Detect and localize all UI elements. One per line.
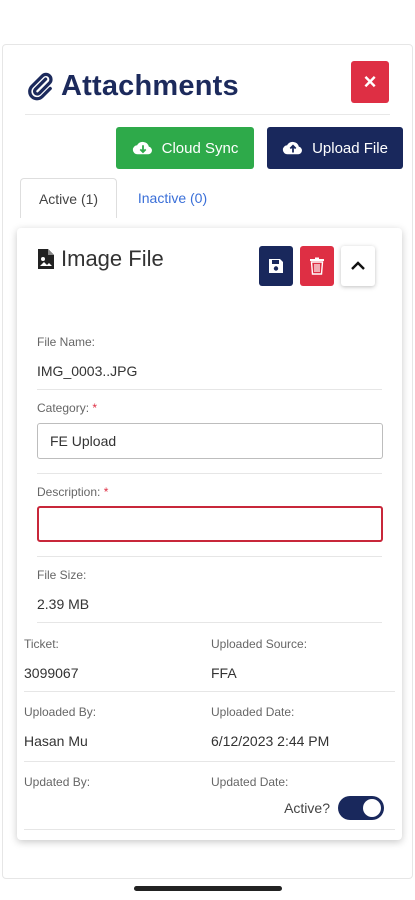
- tab-inactive[interactable]: Inactive (0): [120, 178, 225, 218]
- divider: [37, 622, 382, 623]
- description-label-text: Description:: [37, 485, 101, 499]
- file-name-label: File Name:: [37, 335, 96, 349]
- required-marker: *: [92, 401, 98, 415]
- divider: [37, 473, 382, 474]
- close-icon: ×: [363, 69, 377, 94]
- file-name-value: IMG_0003..JPG: [37, 363, 138, 379]
- divider: [24, 829, 395, 830]
- tab-active[interactable]: Active (1): [20, 178, 117, 218]
- cloud-sync-label: Cloud Sync: [161, 139, 239, 157]
- save-button[interactable]: [259, 246, 293, 286]
- updated-date-label: Updated Date:: [211, 775, 289, 789]
- required-marker: *: [103, 485, 109, 499]
- status-tabs: Active (1) Inactive (0): [20, 178, 412, 218]
- divider: [37, 389, 382, 390]
- uploaded-by-value: Hasan Mu: [24, 733, 88, 749]
- collapse-button[interactable]: [341, 246, 375, 286]
- ticket-label: Ticket:: [24, 637, 59, 651]
- cloud-sync-button[interactable]: Cloud Sync: [116, 127, 254, 169]
- updated-by-label: Updated By:: [24, 775, 91, 789]
- active-label: Active?: [284, 800, 330, 816]
- trash-icon: [310, 257, 324, 275]
- panel-header: Attachments ×: [25, 61, 390, 111]
- attachment-title-text: Image File: [61, 246, 164, 271]
- divider: [37, 556, 382, 557]
- category-label-text: Category:: [37, 401, 90, 415]
- uploaded-source-label: Uploaded Source:: [211, 637, 308, 651]
- home-indicator[interactable]: [134, 886, 282, 891]
- paperclip-icon: [28, 72, 53, 101]
- page-title: Attachments: [61, 69, 239, 102]
- uploaded-date-label: Uploaded Date:: [211, 705, 295, 719]
- attachment-card: Image File File Name: IMG_0003..JPG Cate…: [17, 228, 402, 840]
- uploaded-date-value: 6/12/2023 2:44 PM: [211, 733, 330, 749]
- save-icon: [269, 259, 283, 273]
- chevron-up-icon: [351, 261, 365, 270]
- delete-button[interactable]: [300, 246, 334, 286]
- attachment-title: Image File: [37, 246, 164, 272]
- category-field[interactable]: FE Upload: [37, 423, 383, 459]
- cloud-download-icon: [132, 141, 152, 155]
- header-divider: [25, 114, 390, 115]
- divider: [24, 761, 395, 762]
- close-button[interactable]: ×: [351, 61, 389, 103]
- upload-file-button[interactable]: Upload File: [267, 127, 403, 169]
- image-file-icon: [38, 249, 54, 269]
- description-label: Description: *: [37, 485, 108, 499]
- attachments-panel: Attachments × Cloud Sync Upload File Act…: [2, 44, 413, 879]
- upload-file-label: Upload File: [312, 139, 388, 157]
- uploaded-source-value: FFA: [211, 665, 237, 681]
- description-field[interactable]: [37, 506, 383, 542]
- active-toggle[interactable]: [338, 796, 384, 820]
- uploaded-by-label: Uploaded By:: [24, 705, 97, 719]
- divider: [24, 691, 395, 692]
- file-size-value: 2.39 MB: [37, 596, 90, 612]
- category-label: Category: *: [37, 401, 97, 415]
- file-size-label: File Size:: [37, 568, 87, 582]
- category-value: FE Upload: [50, 433, 117, 449]
- cloud-upload-icon: [282, 141, 303, 155]
- toggle-knob: [363, 799, 381, 817]
- active-toggle-row: Active?: [284, 796, 384, 820]
- ticket-value: 3099067: [24, 665, 79, 681]
